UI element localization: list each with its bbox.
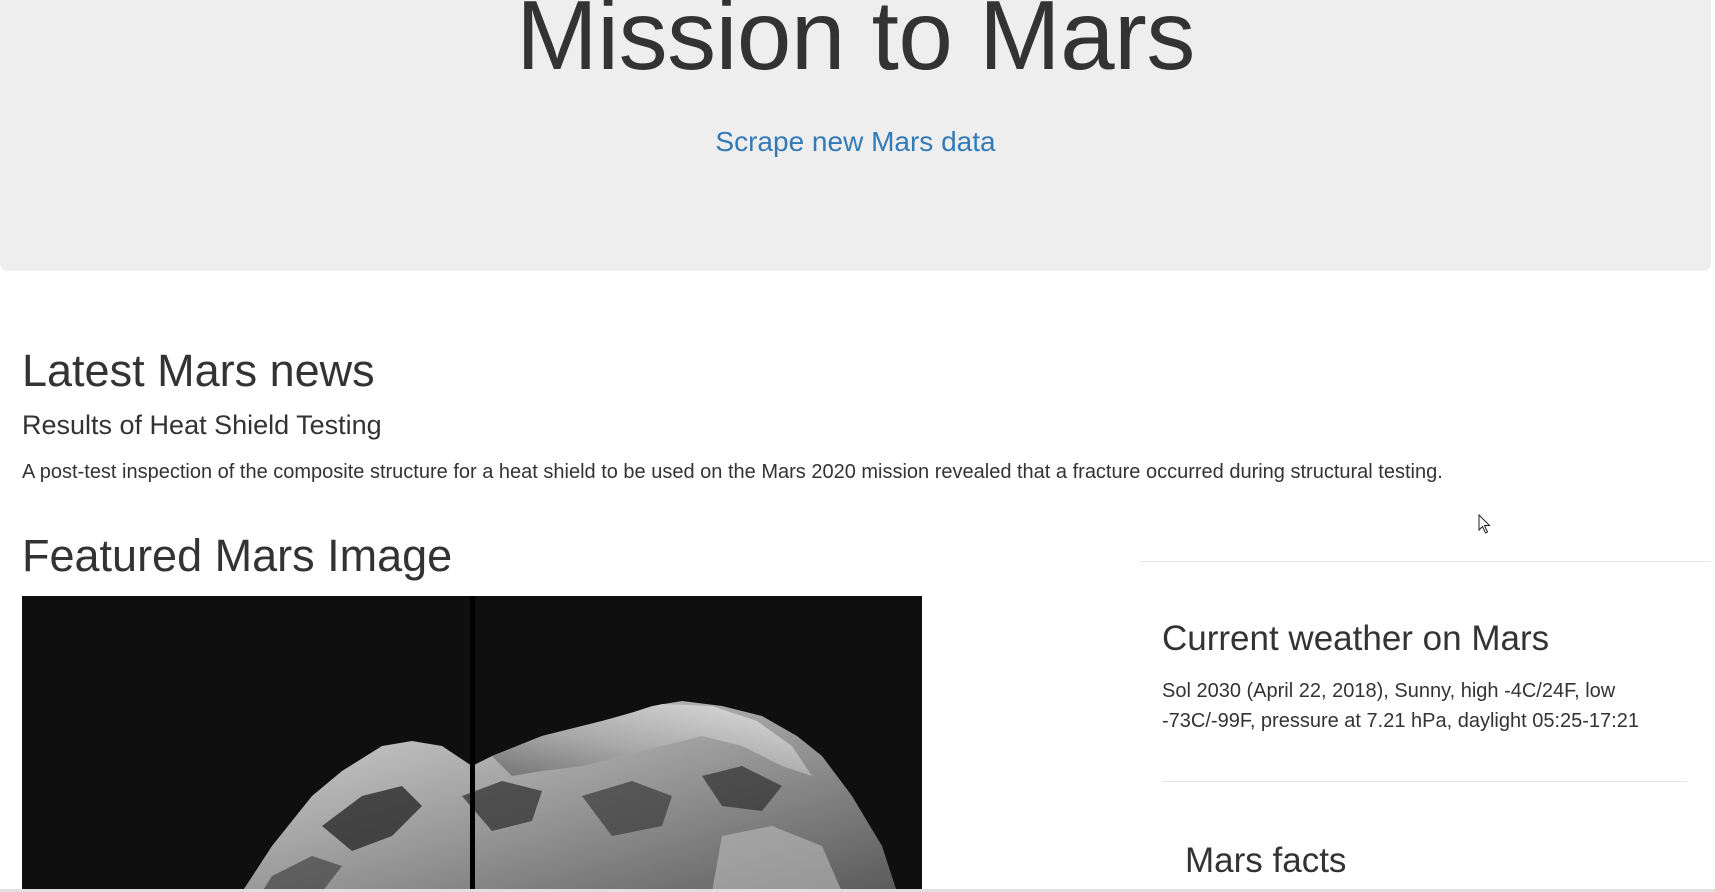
featured-mars-image[interactable] [22, 596, 922, 892]
news-title: Results of Heat Shield Testing [22, 410, 382, 440]
comet-photo [22, 596, 922, 892]
divider [1162, 781, 1687, 782]
scrape-new-data-button[interactable]: Scrape new Mars data [0, 125, 1711, 159]
weather-heading: Current weather on Mars [1162, 619, 1550, 658]
mouse-pointer-icon [1478, 514, 1491, 534]
divider [1140, 561, 1711, 562]
page-title: Mission to Mars [516, 0, 1195, 90]
page: Mission to Mars Scrape new Mars data Lat… [0, 0, 1715, 892]
latest-news-heading: Latest Mars news [22, 345, 375, 396]
mars-facts-heading: Mars facts [1185, 841, 1347, 880]
weather-report: Sol 2030 (April 22, 2018), Sunny, high -… [1162, 680, 1639, 732]
jumbotron-header: Mission to Mars Scrape new Mars data [0, 0, 1711, 271]
featured-image-heading: Featured Mars Image [22, 530, 453, 581]
news-teaser: A post-test inspection of the composite … [22, 461, 1443, 483]
